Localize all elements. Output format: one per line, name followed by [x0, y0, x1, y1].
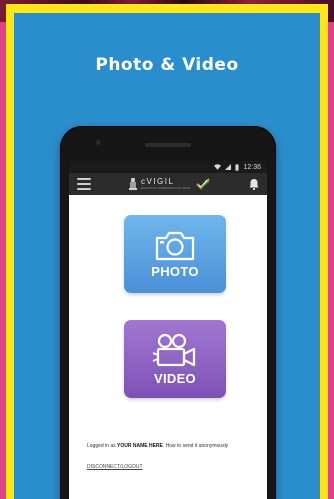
- bell-icon[interactable]: [249, 178, 259, 190]
- battery-icon: [235, 163, 240, 171]
- app-brand: cVIGIL ELECTION COMMISSION OF INDIA: [129, 177, 211, 190]
- login-status-text: Logged in as YOUR NAME HERE. How to send…: [87, 443, 257, 450]
- phone-sensor: [96, 140, 101, 145]
- brand-subtitle: ELECTION COMMISSION OF INDIA: [141, 186, 191, 190]
- tricolor-check-icon: [196, 178, 211, 190]
- video-label: VIDEO: [154, 370, 196, 386]
- phone-speaker: [145, 143, 191, 147]
- emblem-icon: [129, 178, 137, 190]
- camera-icon: [155, 231, 195, 260]
- photo-label: PHOTO: [151, 263, 199, 279]
- status-bar: 12:36: [69, 161, 267, 173]
- video-camera-icon: [152, 333, 196, 366]
- promo-frame: Photo & Video 12:36 cVIGIL ELECTION COMM…: [6, 4, 328, 499]
- panel-title: Photo & Video: [95, 55, 239, 75]
- photo-button[interactable]: PHOTO: [124, 215, 226, 293]
- status-time: 12:36: [243, 163, 261, 171]
- phone-screen: 12:36 cVIGIL ELECTION COMMISSION OF INDI…: [69, 161, 267, 499]
- login-suffix[interactable]: . How to send it anonymously: [163, 443, 228, 449]
- phone-mockup: 12:36 cVIGIL ELECTION COMMISSION OF INDI…: [60, 126, 276, 499]
- login-prefix: Logged in as: [87, 443, 116, 449]
- hamburger-menu-icon[interactable]: [77, 178, 91, 190]
- logout-link[interactable]: DISCONNECT/LOGOUT: [87, 464, 143, 470]
- wifi-icon: [214, 164, 222, 170]
- signal-icon: [225, 164, 232, 170]
- video-button[interactable]: VIDEO: [124, 320, 226, 398]
- login-username: YOUR NAME HERE: [117, 443, 163, 449]
- promo-panel: Photo & Video 12:36 cVIGIL ELECTION COMM…: [14, 13, 320, 499]
- brand-name: cVIGIL: [141, 177, 175, 186]
- app-bar: cVIGIL ELECTION COMMISSION OF INDIA: [69, 173, 267, 195]
